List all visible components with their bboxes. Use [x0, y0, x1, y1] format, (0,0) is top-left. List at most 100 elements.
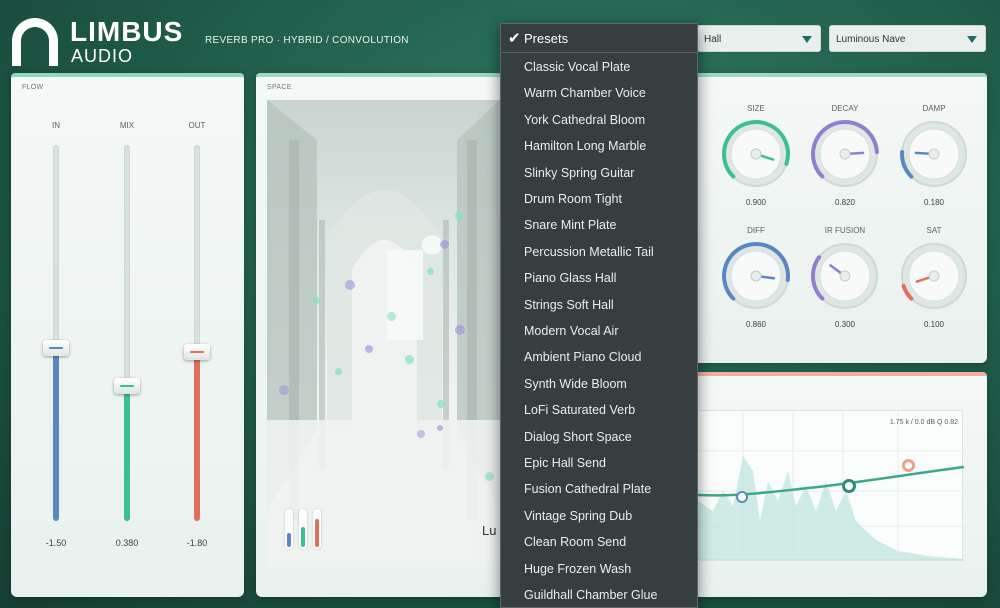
particle-dot [313, 297, 320, 304]
eq-graph [698, 411, 964, 561]
particle-dot [345, 280, 355, 290]
eq-node-low[interactable] [736, 491, 748, 503]
knob-sat[interactable] [899, 241, 969, 311]
particle-dot [365, 345, 373, 353]
preset-menu-item[interactable]: Fusion Cathedral Plate [524, 482, 651, 496]
product-subtitle: REVERB PRO · HYBRID / CONVOLUTION [205, 35, 409, 46]
preset-menu-item[interactable]: Slinky Spring Guitar [524, 166, 634, 180]
slider-value-in: -1.50 [45, 538, 67, 548]
preset-menu-item[interactable]: York Cathedral Bloom [524, 113, 645, 127]
slider-value-out: -1.80 [186, 538, 208, 548]
preset-menu-item[interactable]: Snare Mint Plate [524, 218, 616, 232]
space-visualizer[interactable]: Lu [267, 100, 500, 567]
slider-fill [194, 351, 200, 521]
brand-name: LIMBUS [70, 16, 184, 47]
slider-label-mix: MIX [119, 121, 135, 130]
slider-handle[interactable] [114, 377, 140, 394]
preset-menu-item[interactable]: Vintage Spring Dub [524, 509, 632, 523]
slider-in[interactable] [43, 145, 69, 521]
flow-panel-label: FLOW [22, 84, 44, 91]
knob-pointer [759, 275, 776, 280]
space-panel-label: SPACE [267, 84, 292, 91]
type-dropdown[interactable]: Hall [697, 25, 821, 52]
knob-hub [750, 148, 762, 160]
slider-fill [124, 385, 130, 521]
mini-meter-mix [299, 509, 307, 549]
knob-label-size: SIZE [747, 104, 765, 113]
knob-hub [928, 270, 940, 282]
mini-meter-in [285, 509, 293, 549]
knob-label-ir-fusion: IR FUSION [824, 226, 866, 235]
particle-dot [279, 385, 289, 395]
preset-menu-item[interactable]: Synth Wide Bloom [524, 377, 627, 391]
slider-value-mix: 0.380 [115, 538, 139, 548]
checkmark-icon: ✔ [508, 30, 521, 47]
particle-dot [427, 268, 434, 275]
eq-node-high[interactable] [902, 459, 915, 472]
preset-menu-item[interactable]: Epic Hall Send [524, 456, 606, 470]
logo-arch-icon [12, 18, 58, 66]
slider-handle[interactable] [184, 343, 210, 360]
preset-menu-item[interactable]: Percussion Metallic Tail [524, 245, 654, 259]
preset-menu-item[interactable]: Piano Glass Hall [524, 271, 616, 285]
knob-decay[interactable] [810, 119, 880, 189]
knob-value-ir-fusion: 0.300 [834, 320, 856, 329]
cathedral-image [267, 100, 500, 567]
particle-dot [417, 430, 425, 438]
knob-ir-fusion[interactable] [810, 241, 880, 311]
presets-menu[interactable]: ✔ Presets Classic Vocal Plate Warm Chambe… [500, 23, 698, 608]
eq-readout: 1.75 k / 0.0 dB Q 0.82 [889, 419, 958, 426]
space-preset-label: Lu [482, 523, 497, 538]
slider-mix[interactable] [114, 145, 140, 521]
knob-pointer [848, 151, 865, 155]
preset-menu-item[interactable]: Drum Room Tight [524, 192, 622, 206]
preset-menu-item[interactable]: Modern Vocal Air [524, 324, 619, 338]
knob-label-damp: DAMP [922, 104, 946, 113]
knob-hub [928, 148, 940, 160]
preset-menu-item[interactable]: Huge Frozen Wash [524, 562, 631, 576]
knob-value-sat: 0.100 [923, 320, 945, 329]
presets-menu-header[interactable]: ✔ Presets [501, 24, 697, 53]
slider-out[interactable] [184, 145, 210, 521]
preset-menu-item[interactable]: Guildhall Chamber Glue [524, 588, 657, 602]
particle-dot [437, 425, 443, 431]
knob-pointer [914, 151, 931, 155]
knob-value-decay: 0.820 [834, 198, 856, 207]
knob-hub [839, 148, 851, 160]
preset-menu-item[interactable]: LoFi Saturated Verb [524, 403, 635, 417]
particle-dot [485, 472, 494, 481]
knob-damp[interactable] [899, 119, 969, 189]
knob-label-decay: DECAY [831, 104, 859, 113]
preset-menu-item[interactable]: Ambient Piano Cloud [524, 350, 641, 364]
preset-dropdown[interactable]: Luminous Nave [829, 25, 986, 52]
preset-dropdown-value: Luminous Nave [836, 34, 906, 45]
preset-menu-item[interactable]: Classic Vocal Plate [524, 60, 630, 74]
knob-value-diff: 0.860 [745, 320, 767, 329]
knob-hub [750, 270, 762, 282]
brand-sub: AUDIO [71, 46, 134, 66]
preset-menu-item[interactable]: Dialog Short Space [524, 430, 632, 444]
knob-label-sat: SAT [926, 226, 942, 235]
preset-menu-item[interactable]: Strings Soft Hall [524, 298, 614, 312]
eq-node-mid[interactable] [842, 479, 856, 493]
knob-value-size: 0.900 [745, 198, 767, 207]
slider-handle[interactable] [43, 340, 69, 357]
particle-dot [387, 312, 396, 321]
eq-display[interactable]: 1.75 k / 0.0 dB Q 0.82 [697, 410, 964, 561]
knob-size[interactable] [721, 119, 791, 189]
chevron-down-icon [802, 36, 812, 43]
knob-label-diff: DIFF [747, 226, 765, 235]
preset-menu-item[interactable]: Hamilton Long Marble [524, 139, 646, 153]
preset-menu-item[interactable]: Clean Room Send [524, 535, 626, 549]
slider-label-in: IN [52, 121, 60, 130]
particle-dot [455, 325, 465, 335]
presets-menu-title: Presets [524, 31, 569, 46]
preset-menu-item[interactable]: Warm Chamber Voice [524, 86, 646, 100]
particle-dot [405, 355, 414, 364]
knob-hub [839, 270, 851, 282]
slider-fill [53, 348, 59, 521]
particle-dot [335, 368, 342, 375]
knob-diff[interactable] [721, 241, 791, 311]
mini-meter-out [313, 509, 321, 549]
knob-value-damp: 0.180 [923, 198, 945, 207]
